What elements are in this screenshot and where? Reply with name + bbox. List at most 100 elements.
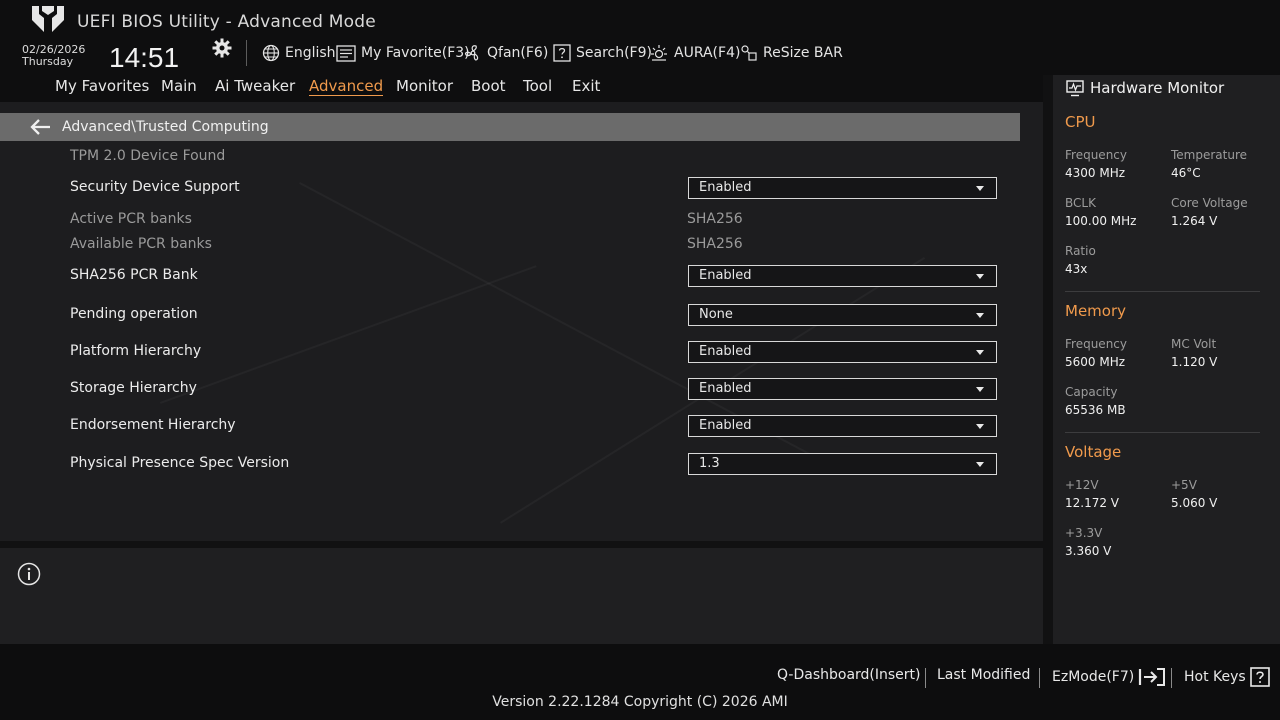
- resize-bar-button[interactable]: ReSize BAR: [740, 43, 843, 63]
- search-button[interactable]: Search(F9): [553, 43, 652, 63]
- footer-separator: [925, 668, 926, 688]
- tab-main[interactable]: Main: [161, 77, 197, 95]
- q-dashboard-button[interactable]: Q-Dashboard(Insert): [777, 667, 921, 683]
- select-value: Enabled: [699, 381, 752, 396]
- chevron-down-icon: [976, 274, 984, 279]
- platform-hierarchy-label: Platform Hierarchy: [70, 343, 202, 359]
- date-display: 02/26/2026 Thursday: [22, 44, 85, 68]
- tpm-device-found-text: TPM 2.0 Device Found: [70, 148, 226, 164]
- mc-volt-label: MC Volt: [1171, 337, 1217, 351]
- section-divider: [1065, 432, 1260, 433]
- physical-presence-select[interactable]: 1.3: [688, 453, 997, 475]
- toolbar-separator: [246, 40, 247, 66]
- app-title: UEFI BIOS Utility - Advanced Mode: [77, 12, 376, 32]
- bclk-label: BCLK: [1065, 196, 1096, 210]
- aura-label: AURA(F4): [674, 45, 741, 61]
- chevron-down-icon: [976, 424, 984, 429]
- memory-frequency-label: Frequency: [1065, 337, 1127, 351]
- resize-bar-label: ReSize BAR: [763, 45, 843, 61]
- tab-advanced[interactable]: Advanced: [309, 77, 384, 96]
- globe-icon: [262, 44, 280, 62]
- memory-frequency-value: 5600 MHz: [1065, 355, 1126, 369]
- cpu-section-title: CPU: [1065, 113, 1096, 131]
- v33-label: +3.3V: [1065, 526, 1103, 540]
- cpu-temperature-label: Temperature: [1171, 148, 1248, 162]
- last-modified-button[interactable]: Last Modified: [937, 667, 1030, 683]
- sidebar-divider: [1043, 75, 1053, 644]
- tab-my-favorites[interactable]: My Favorites: [55, 77, 149, 95]
- background-decoration: [160, 265, 537, 404]
- weekday: Thursday: [22, 55, 74, 68]
- footer-separator: [1171, 668, 1172, 688]
- chevron-down-icon: [976, 350, 984, 355]
- hardware-monitor-title: Hardware Monitor: [1090, 79, 1225, 97]
- bclk-value: 100.00 MHz: [1065, 214, 1137, 228]
- footer-separator: [1039, 668, 1040, 688]
- aura-icon: [651, 45, 667, 61]
- chevron-down-icon: [976, 462, 984, 467]
- voltage-section-title: Voltage: [1065, 443, 1122, 461]
- sha256-pcr-bank-select[interactable]: Enabled: [688, 265, 997, 287]
- select-value: Enabled: [699, 180, 752, 195]
- aura-button[interactable]: AURA(F4): [649, 43, 740, 63]
- hardware-monitor-panel: Hardware Monitor CPU Frequency 4300 MHz …: [1053, 75, 1280, 644]
- v12-value: 12.172 V: [1065, 496, 1120, 510]
- pending-operation-select[interactable]: None: [688, 304, 997, 326]
- clock: 14:51: [109, 42, 180, 73]
- pending-operation-label: Pending operation: [70, 306, 198, 322]
- ratio-label: Ratio: [1065, 244, 1096, 258]
- info-icon: [17, 562, 41, 586]
- my-favorite-label: My Favorite(F3): [361, 45, 470, 61]
- tab-monitor[interactable]: Monitor: [396, 77, 453, 95]
- cpu-temperature-value: 46°C: [1171, 166, 1201, 180]
- v12-label: +12V: [1065, 478, 1099, 492]
- platform-hierarchy-select[interactable]: Enabled: [688, 341, 997, 363]
- endorsement-hierarchy-select[interactable]: Enabled: [688, 415, 997, 437]
- ratio-value: 43x: [1065, 262, 1088, 276]
- ezmode-button[interactable]: EzMode(F7): [1052, 667, 1166, 687]
- tab-boot[interactable]: Boot: [471, 77, 506, 95]
- cpu-frequency-value: 4300 MHz: [1065, 166, 1126, 180]
- gear-icon[interactable]: [212, 38, 232, 58]
- tab-tool[interactable]: Tool: [523, 77, 552, 95]
- my-favorite-button[interactable]: My Favorite(F3): [336, 43, 470, 63]
- select-value: Enabled: [699, 268, 752, 283]
- active-pcr-banks-label: Active PCR banks: [70, 211, 192, 227]
- security-device-support-select[interactable]: Enabled: [688, 177, 997, 199]
- language-button[interactable]: English: [262, 43, 336, 63]
- available-pcr-banks-value: SHA256: [687, 236, 743, 252]
- language-label: English: [285, 45, 336, 61]
- capacity-value: 65536 MB: [1065, 403, 1126, 417]
- qfan-button[interactable]: Qfan(F6): [464, 43, 548, 63]
- hot-keys-label: Hot Keys: [1184, 669, 1246, 685]
- sha256-pcr-bank-label: SHA256 PCR Bank: [70, 267, 198, 283]
- back-arrow-icon[interactable]: [30, 118, 52, 136]
- chevron-down-icon: [976, 313, 984, 318]
- qfan-label: Qfan(F6): [487, 45, 549, 61]
- monitor-icon: [1066, 80, 1084, 97]
- chevron-down-icon: [976, 387, 984, 392]
- panel-divider: [0, 541, 1043, 548]
- select-value: Enabled: [699, 344, 752, 359]
- core-voltage-label: Core Voltage: [1171, 196, 1248, 210]
- breadcrumb-bar: Advanced\Trusted Computing: [0, 113, 1020, 141]
- active-pcr-banks-value: SHA256: [687, 211, 743, 227]
- breadcrumb: Advanced\Trusted Computing: [62, 119, 269, 135]
- resize-bar-icon: [741, 45, 757, 61]
- mc-volt-value: 1.120 V: [1171, 355, 1218, 369]
- storage-hierarchy-select[interactable]: Enabled: [688, 378, 997, 400]
- tab-exit[interactable]: Exit: [572, 77, 600, 95]
- section-divider: [1065, 291, 1260, 292]
- endorsement-hierarchy-label: Endorsement Hierarchy: [70, 417, 236, 433]
- exit-arrow-icon: [1139, 668, 1166, 686]
- fan-icon: [464, 45, 479, 61]
- search-label: Search(F9): [576, 45, 652, 61]
- select-value: 1.3: [699, 456, 720, 471]
- q-dashboard-label: Q-Dashboard(Insert): [777, 667, 921, 683]
- hot-keys-button[interactable]: Hot Keys: [1184, 667, 1270, 687]
- tab-ai-tweaker[interactable]: Ai Tweaker: [215, 77, 295, 95]
- v33-value: 3.360 V: [1065, 544, 1112, 558]
- last-modified-label: Last Modified: [937, 667, 1031, 683]
- chevron-down-icon: [976, 186, 984, 191]
- v5-label: +5V: [1171, 478, 1197, 492]
